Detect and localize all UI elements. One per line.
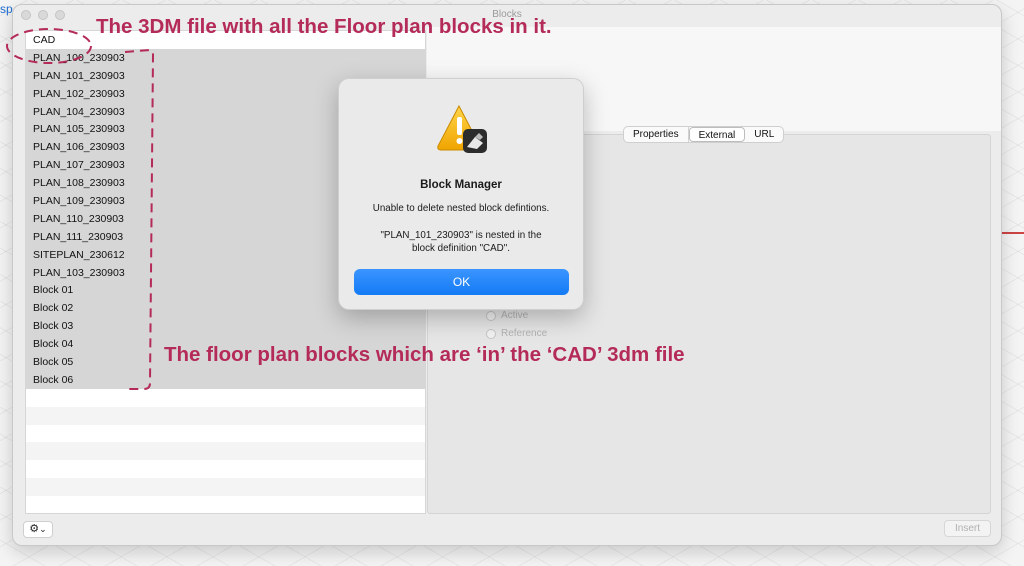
insert-button[interactable]: Insert [944,520,991,537]
radio-reference-label: Reference [501,328,548,339]
radio-active-label: Active [501,310,529,321]
background-text: sp [0,2,13,16]
list-item[interactable]: PLAN_100_230903 [26,48,425,67]
panel-tabs: Properties External URL [623,126,785,143]
radio-circle[interactable] [486,328,496,339]
chevron-down-icon: ⌄ [39,524,47,534]
dialog-detail: "PLAN_101_230903" is nested in the block… [359,229,563,255]
radio-circle[interactable] [486,310,496,321]
list-item[interactable]: Block 06 [26,370,425,389]
list-item[interactable]: Block 03 [26,317,425,336]
tab-external[interactable]: External [688,127,746,142]
tab-properties[interactable]: Properties [624,127,689,142]
dialog-message: Unable to delete nested block defintions… [372,203,550,214]
annotation-top: The 3DM file with all the Floor plan blo… [96,15,552,38]
gear-icon: ⚙ [29,523,40,535]
tab-url[interactable]: URL [745,127,783,142]
radio-reference[interactable]: Reference [486,328,547,339]
dialog-title: Block Manager [420,179,502,191]
options-menu-button[interactable]: ⚙⌄ [23,521,53,538]
radio-active[interactable]: Active [486,310,528,321]
empty-row [26,460,425,479]
dialog-detail-line1: "PLAN_101_230903" is nested in the [380,230,542,241]
annotation-bottom: The floor plan blocks which are ‘in’ the… [164,343,685,366]
ok-button[interactable]: OK [354,269,569,295]
alert-dialog: Block Manager Unable to delete nested bl… [338,78,584,310]
empty-row [26,478,425,497]
empty-row [26,442,425,461]
dialog-detail-line2: block definition "CAD". [412,243,510,254]
viewport-red-line [1000,232,1024,234]
empty-row [26,424,425,443]
empty-row [26,406,425,425]
empty-row [26,496,425,513]
warning-icon [435,103,491,157]
empty-row [26,388,425,407]
